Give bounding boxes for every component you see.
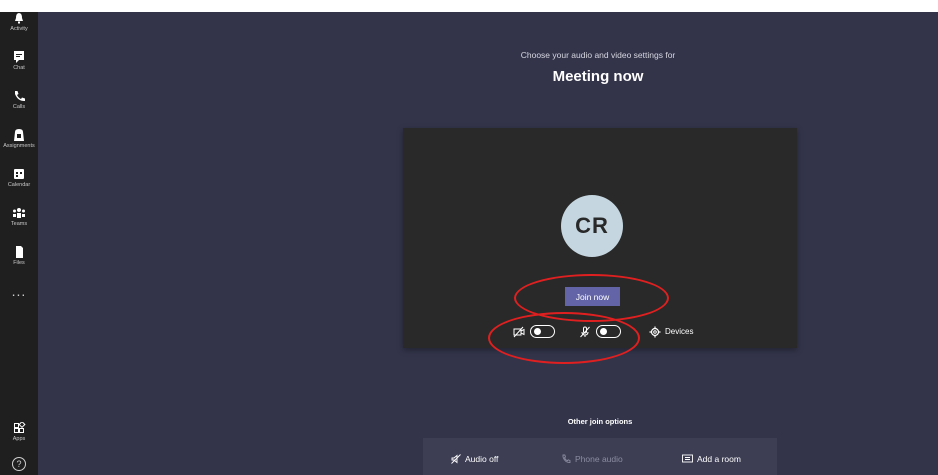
- rail-item-assignments[interactable]: Assignments: [0, 129, 38, 149]
- more-apps-button[interactable]: ...: [0, 283, 38, 299]
- avatar: CR: [561, 195, 623, 257]
- rail-item-activity[interactable]: Activity: [0, 12, 38, 32]
- rail-item-label: Calendar: [7, 182, 31, 188]
- help-icon[interactable]: ?: [12, 457, 26, 471]
- rail-item-label: Apps: [12, 436, 26, 442]
- rail-item-label: Activity: [10, 26, 28, 32]
- rail-item-apps[interactable]: Apps: [0, 422, 38, 442]
- rail-item-files[interactable]: Files: [0, 246, 38, 266]
- teams-icon: [13, 208, 25, 218]
- top-strip: [0, 0, 938, 12]
- rail-item-teams[interactable]: Teams: [0, 207, 38, 227]
- calendar-icon: [14, 169, 24, 179]
- prejoin-subtitle: Choose your audio and video settings for: [520, 50, 676, 60]
- rail-item-label: Chat: [13, 65, 25, 71]
- rail-item-chat[interactable]: Chat: [0, 51, 38, 71]
- apps-icon: [14, 422, 26, 433]
- meeting-title: Meeting now: [552, 68, 644, 85]
- add-a-room-option[interactable]: Add a room: [682, 454, 741, 464]
- phone-icon: [15, 91, 25, 102]
- phone-audio-label: Phone audio: [575, 454, 623, 464]
- rail-item-label: Calls: [12, 104, 26, 110]
- bell-icon: [15, 13, 23, 24]
- assignments-icon: [14, 129, 24, 141]
- files-icon: [16, 246, 23, 258]
- rail-item-calendar[interactable]: Calendar: [0, 168, 38, 188]
- gear-icon[interactable]: [649, 326, 661, 338]
- audio-off-option[interactable]: Audio off: [451, 454, 498, 464]
- app-rail: Activity Chat Calls Assignments Calendar…: [0, 12, 38, 475]
- rail-item-label: Files: [13, 260, 25, 266]
- phone-audio-option[interactable]: Phone audio: [561, 454, 623, 464]
- rail-item-calls[interactable]: Calls: [0, 90, 38, 110]
- phone-audio-icon: [562, 454, 571, 463]
- audio-off-label: Audio off: [465, 454, 499, 464]
- room-icon: [682, 454, 693, 463]
- audio-off-icon: [451, 454, 461, 464]
- other-join-options-heading: Other join options: [567, 417, 633, 426]
- add-a-room-label: Add a room: [697, 454, 741, 464]
- rail-item-label: Teams: [10, 221, 28, 227]
- devices-button[interactable]: Devices: [665, 327, 693, 336]
- other-join-options-bar: Audio off Phone audio Add a room: [423, 438, 777, 475]
- annotation-ellipse: [488, 312, 640, 364]
- chat-icon: [14, 51, 24, 63]
- rail-item-label: Assignments: [3, 143, 35, 149]
